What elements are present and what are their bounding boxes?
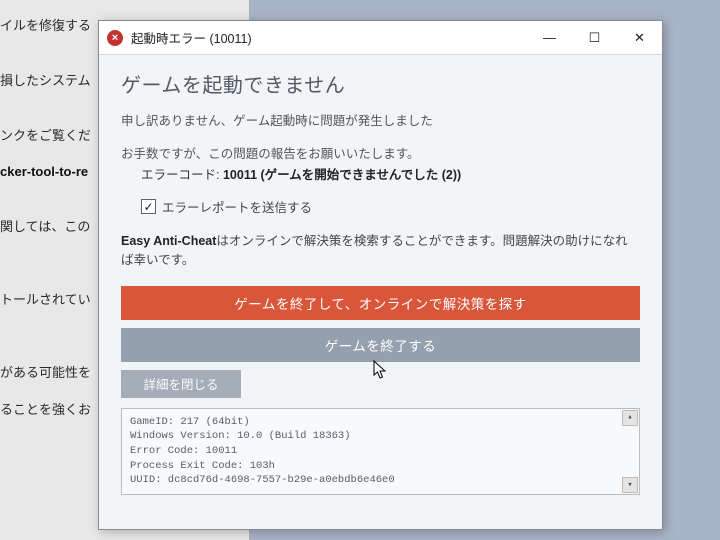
error-dialog: × 起動時エラー (10011) — ☐ ✕ ゲームを起動できません 申し訳あり… [98, 20, 663, 530]
checkbox-label: エラーレポートを送信する [162, 197, 312, 216]
detail-line: Error Code: 10011 [130, 444, 631, 459]
error-code-value: 10011 (ゲームを開始できませんでした (2)) [223, 168, 461, 182]
titlebar[interactable]: × 起動時エラー (10011) — ☐ ✕ [99, 21, 662, 55]
close-details-button[interactable]: 詳細を閉じる [121, 370, 241, 398]
dialog-heading: ゲームを起動できません [121, 69, 640, 98]
error-code-line: エラーコード: 10011 (ゲームを開始できませんでした (2)) [141, 164, 640, 183]
send-report-row[interactable]: ✓ エラーレポートを送信する [141, 197, 640, 216]
error-code-label: エラーコード: [141, 168, 219, 182]
quit-button[interactable]: ゲームを終了する [121, 328, 640, 362]
quit-and-search-button[interactable]: ゲームを終了して、オンラインで解決策を探す [121, 286, 640, 320]
detail-line: GameID: 217 (64bit) [130, 415, 631, 430]
maximize-button[interactable]: ☐ [572, 21, 617, 54]
error-icon: × [107, 30, 123, 46]
apology-text: 申し訳ありません、ゲーム起動時に問題が発生しました [121, 110, 640, 129]
window-title: 起動時エラー (10011) [131, 28, 527, 47]
request-text: お手数ですが、この問題の報告をお願いいたします。 [121, 143, 640, 162]
window-buttons: — ☐ ✕ [527, 21, 662, 54]
error-icon-glyph: × [112, 32, 118, 44]
eac-name: Easy Anti-Cheat [121, 234, 216, 248]
close-button[interactable]: ✕ [617, 21, 662, 54]
scroll-down-icon[interactable]: ▾ [622, 477, 638, 493]
minimize-button[interactable]: — [527, 21, 572, 54]
checkbox-icon[interactable]: ✓ [141, 199, 156, 214]
quit-button-label: ゲームを終了する [325, 335, 437, 355]
detail-line: Windows Version: 10.0 (Build 18363) [130, 429, 631, 444]
dialog-content: ゲームを起動できません 申し訳ありません、ゲーム起動時に問題が発生しました お手… [99, 55, 662, 529]
cursor-icon [373, 360, 389, 380]
detail-line: Process Exit Code: 103h [130, 459, 631, 474]
detail-line: UUID: dc8cd76d-4698-7557-b29e-a0ebdb6e46… [130, 473, 631, 488]
scroll-up-icon[interactable]: ▴ [622, 410, 638, 426]
details-textbox[interactable]: GameID: 217 (64bit) Windows Version: 10.… [121, 408, 640, 495]
eac-text: Easy Anti-Cheatはオンラインで解決策を検索することができます。問題… [121, 232, 640, 270]
